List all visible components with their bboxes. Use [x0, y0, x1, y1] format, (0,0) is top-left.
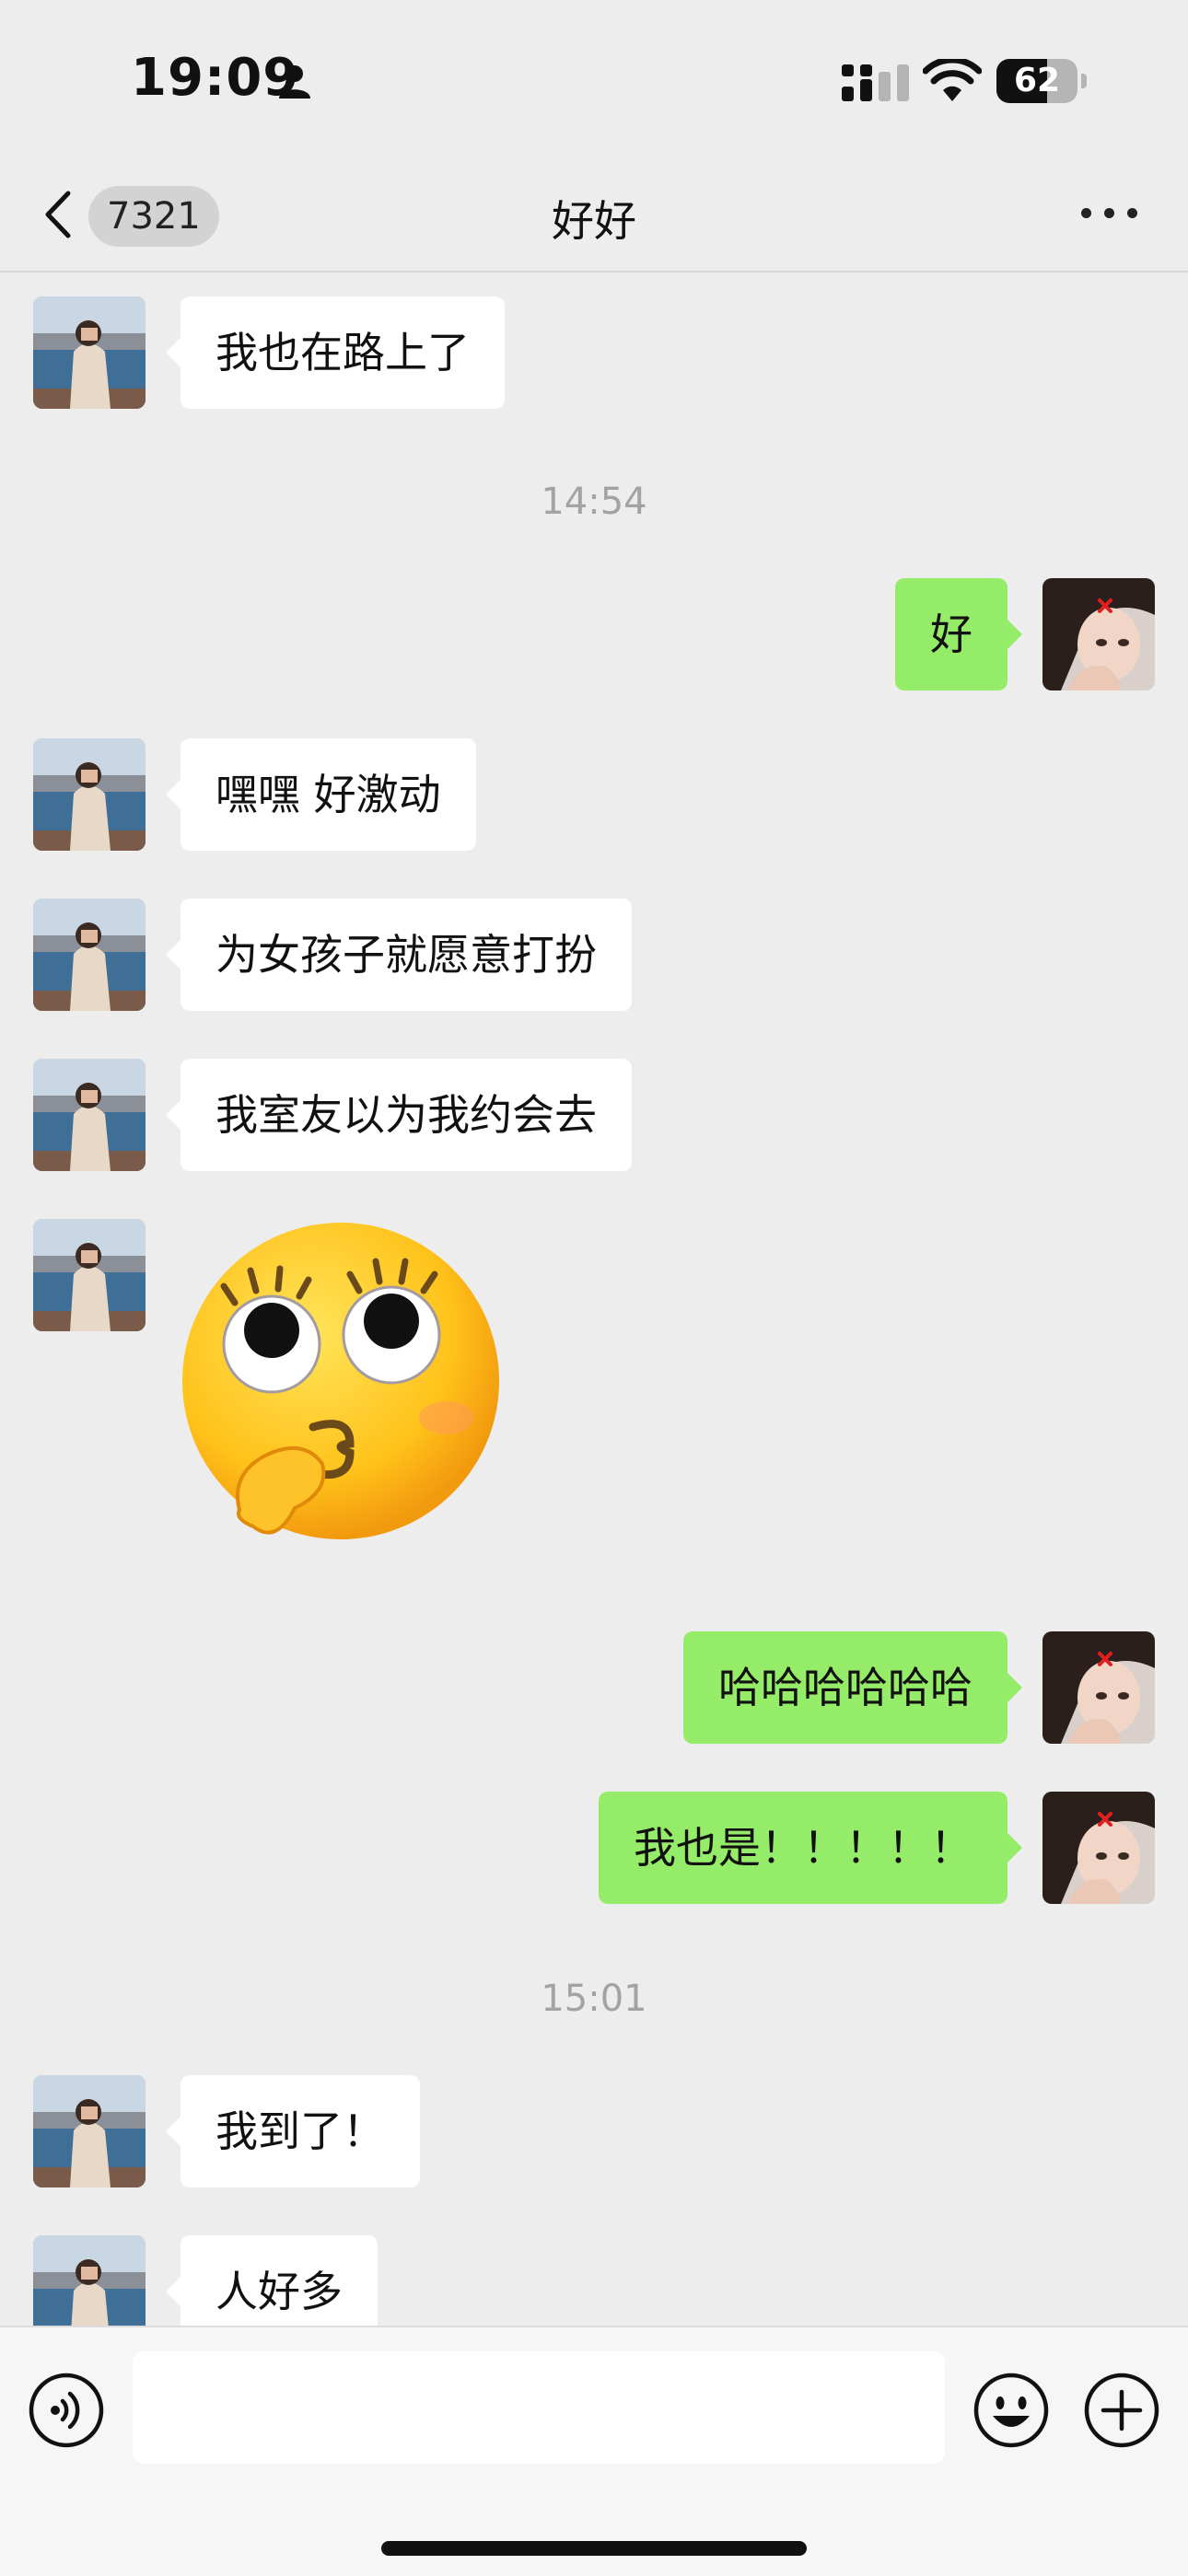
more-options-button[interactable] — [1077, 188, 1142, 239]
avatar-image — [1042, 578, 1155, 690]
message-input[interactable] — [133, 2351, 945, 2464]
my-avatar[interactable] — [1042, 578, 1155, 690]
avatar-image — [1042, 1631, 1155, 1744]
message-timestamp: 15:01 — [541, 1978, 647, 2020]
chat-title: 好好 — [552, 196, 636, 246]
battery-body: 62 — [996, 59, 1077, 103]
received-message-bubble[interactable]: 为女孩子就愿意打扮 — [166, 899, 632, 1011]
more-dots-icon — [1104, 208, 1114, 218]
contact-avatar[interactable] — [33, 2075, 146, 2187]
received-message-bubble[interactable]: 嘿嘿 好激动 — [166, 738, 476, 851]
thinking-face-sticker[interactable] — [175, 1215, 507, 1565]
input-bar — [0, 2326, 1188, 2576]
wifi-icon — [923, 59, 982, 101]
chat-header: 7321 好好 — [0, 157, 1188, 273]
more-dots-icon — [1127, 208, 1137, 218]
emoji-icon[interactable] — [973, 2372, 1050, 2449]
avatar-image — [33, 2075, 146, 2187]
sent-message-bubble[interactable]: 我也是！！！！！ — [599, 1792, 1022, 1904]
avatar-image — [33, 1059, 146, 1171]
status-time: 19:09 — [131, 48, 300, 108]
contact-avatar[interactable] — [33, 738, 146, 851]
voice-icon[interactable] — [28, 2372, 105, 2449]
contact-avatar[interactable] — [33, 1059, 146, 1171]
home-indicator[interactable] — [381, 2541, 807, 2556]
status-bar: 19:09 62 — [0, 0, 1188, 157]
battery-tip — [1081, 74, 1087, 88]
contact-avatar[interactable] — [33, 296, 146, 409]
message-list[interactable]: 我也在路上了 14:54 好 嘿嘿 好激动 为女孩子就愿意打扮 我室友以为我约会… — [0, 273, 1188, 2326]
received-message-bubble[interactable]: 人好多 — [166, 2235, 378, 2326]
avatar-image — [33, 1219, 146, 1331]
message-timestamp: 14:54 — [541, 481, 647, 523]
plus-icon[interactable] — [1083, 2372, 1160, 2449]
cellular-signal-icon — [842, 64, 909, 101]
battery-indicator: 62 — [996, 59, 1089, 103]
contact-avatar[interactable] — [33, 2235, 146, 2326]
sent-message-bubble[interactable]: 哈哈哈哈哈哈 — [683, 1631, 1022, 1744]
avatar-image — [33, 899, 146, 1011]
received-message-bubble[interactable]: 我室友以为我约会去 — [166, 1059, 632, 1171]
person-icon — [279, 65, 310, 99]
sent-message-bubble[interactable]: 好 — [895, 578, 1022, 690]
avatar-image — [33, 738, 146, 851]
my-avatar[interactable] — [1042, 1792, 1155, 1904]
received-message-bubble[interactable]: 我到了！ — [166, 2075, 420, 2187]
avatar-image — [33, 296, 146, 409]
avatar-image — [1042, 1792, 1155, 1904]
contact-avatar[interactable] — [33, 899, 146, 1011]
avatar-image — [33, 2235, 146, 2326]
my-avatar[interactable] — [1042, 1631, 1155, 1744]
battery-percent: 62 — [1013, 62, 1061, 99]
received-message-bubble[interactable]: 我也在路上了 — [166, 296, 505, 409]
contact-avatar[interactable] — [33, 1219, 146, 1331]
more-dots-icon — [1081, 208, 1091, 218]
